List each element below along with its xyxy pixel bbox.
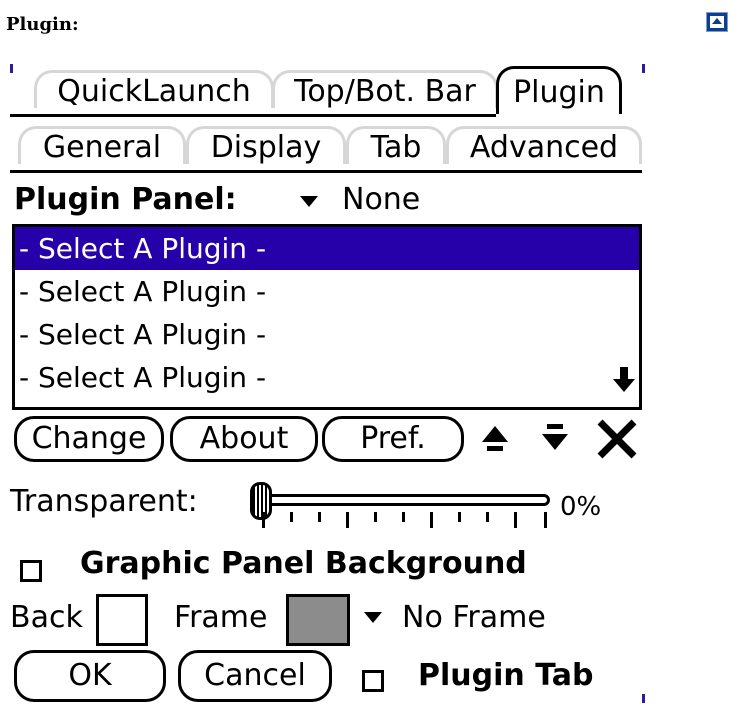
tab-divider bbox=[10, 114, 496, 117]
tab-quicklaunch[interactable]: QuickLaunch bbox=[34, 70, 274, 109]
move-up-icon[interactable] bbox=[480, 424, 510, 454]
tab-divider bbox=[10, 170, 642, 173]
plugin-panel-label: Plugin Panel: bbox=[14, 182, 237, 217]
list-item[interactable]: - Select A Plugin - bbox=[15, 356, 639, 399]
slider-tick bbox=[374, 512, 377, 522]
slider-thumb[interactable] bbox=[250, 482, 272, 520]
tab-display[interactable]: Display bbox=[186, 126, 346, 165]
plugin-tab-label: Plugin Tab bbox=[418, 658, 594, 693]
transparency-slider[interactable] bbox=[260, 494, 550, 506]
tab-label: Advanced bbox=[469, 130, 619, 165]
expand-up-icon[interactable] bbox=[706, 12, 728, 32]
back-label: Back bbox=[10, 600, 83, 635]
dropdown-triangle-icon[interactable] bbox=[300, 196, 318, 207]
slider-tick bbox=[514, 512, 517, 528]
slider-tick bbox=[430, 512, 433, 528]
list-item[interactable]: - Select A Plugin - bbox=[15, 227, 639, 270]
slider-tick bbox=[544, 512, 547, 528]
plugin-panel-select[interactable]: None bbox=[342, 182, 420, 217]
tab-label: Top/Bot. Bar bbox=[294, 74, 476, 109]
tab-advanced[interactable]: Advanced bbox=[446, 126, 642, 165]
graphic-bg-checkbox[interactable] bbox=[20, 560, 42, 582]
tab-label: General bbox=[42, 130, 162, 165]
title-bar: Plugin: bbox=[0, 0, 738, 45]
tab-top-bot-bar[interactable]: Top/Bot. Bar bbox=[272, 70, 498, 109]
slider-tick bbox=[318, 512, 321, 522]
about-button[interactable]: About bbox=[170, 416, 318, 462]
tab-label: Plugin bbox=[513, 75, 605, 110]
plugin-list[interactable]: - Select A Plugin - - Select A Plugin - … bbox=[12, 224, 642, 410]
tab-tab[interactable]: Tab bbox=[346, 126, 446, 165]
slider-tick bbox=[262, 512, 265, 528]
slider-tick bbox=[458, 512, 461, 522]
plugin-tab-checkbox[interactable] bbox=[362, 670, 384, 692]
list-item[interactable]: - Select A Plugin - bbox=[15, 270, 639, 313]
transparent-value: 0% bbox=[560, 492, 602, 522]
pref-button[interactable]: Pref. bbox=[322, 416, 464, 462]
slider-tick bbox=[486, 512, 489, 522]
tab-label: QuickLaunch bbox=[57, 74, 251, 109]
scroll-down-arrow-icon[interactable] bbox=[613, 367, 635, 393]
page-title: Plugin: bbox=[6, 14, 79, 35]
ok-button[interactable]: OK bbox=[14, 650, 166, 702]
cancel-button[interactable]: Cancel bbox=[178, 650, 332, 702]
back-color-swatch[interactable] bbox=[96, 594, 148, 646]
move-down-icon[interactable] bbox=[540, 422, 570, 454]
dropdown-triangle-icon[interactable] bbox=[364, 612, 382, 623]
corner-mark bbox=[642, 64, 645, 73]
frame-style-select[interactable]: No Frame bbox=[402, 600, 546, 635]
tab-label: Display bbox=[210, 130, 322, 165]
palm-form: QuickLaunch Top/Bot. Bar Plugin General … bbox=[10, 64, 652, 706]
change-button[interactable]: Change bbox=[14, 416, 164, 462]
transparent-label: Transparent: bbox=[10, 484, 198, 519]
tab-general[interactable]: General bbox=[18, 126, 186, 165]
delete-x-icon[interactable] bbox=[596, 418, 638, 460]
list-item[interactable]: - Select A Plugin - bbox=[15, 313, 639, 356]
slider-tick bbox=[346, 512, 349, 528]
tab-label: Tab bbox=[370, 130, 422, 165]
slider-tick bbox=[290, 512, 293, 522]
slider-tick bbox=[402, 512, 405, 522]
frame-label: Frame bbox=[174, 600, 268, 635]
frame-color-swatch[interactable] bbox=[286, 594, 350, 646]
corner-mark bbox=[642, 694, 645, 703]
graphic-bg-label: Graphic Panel Background bbox=[80, 546, 527, 581]
corner-mark bbox=[10, 64, 13, 73]
tab-plugin[interactable]: Plugin bbox=[496, 66, 622, 114]
